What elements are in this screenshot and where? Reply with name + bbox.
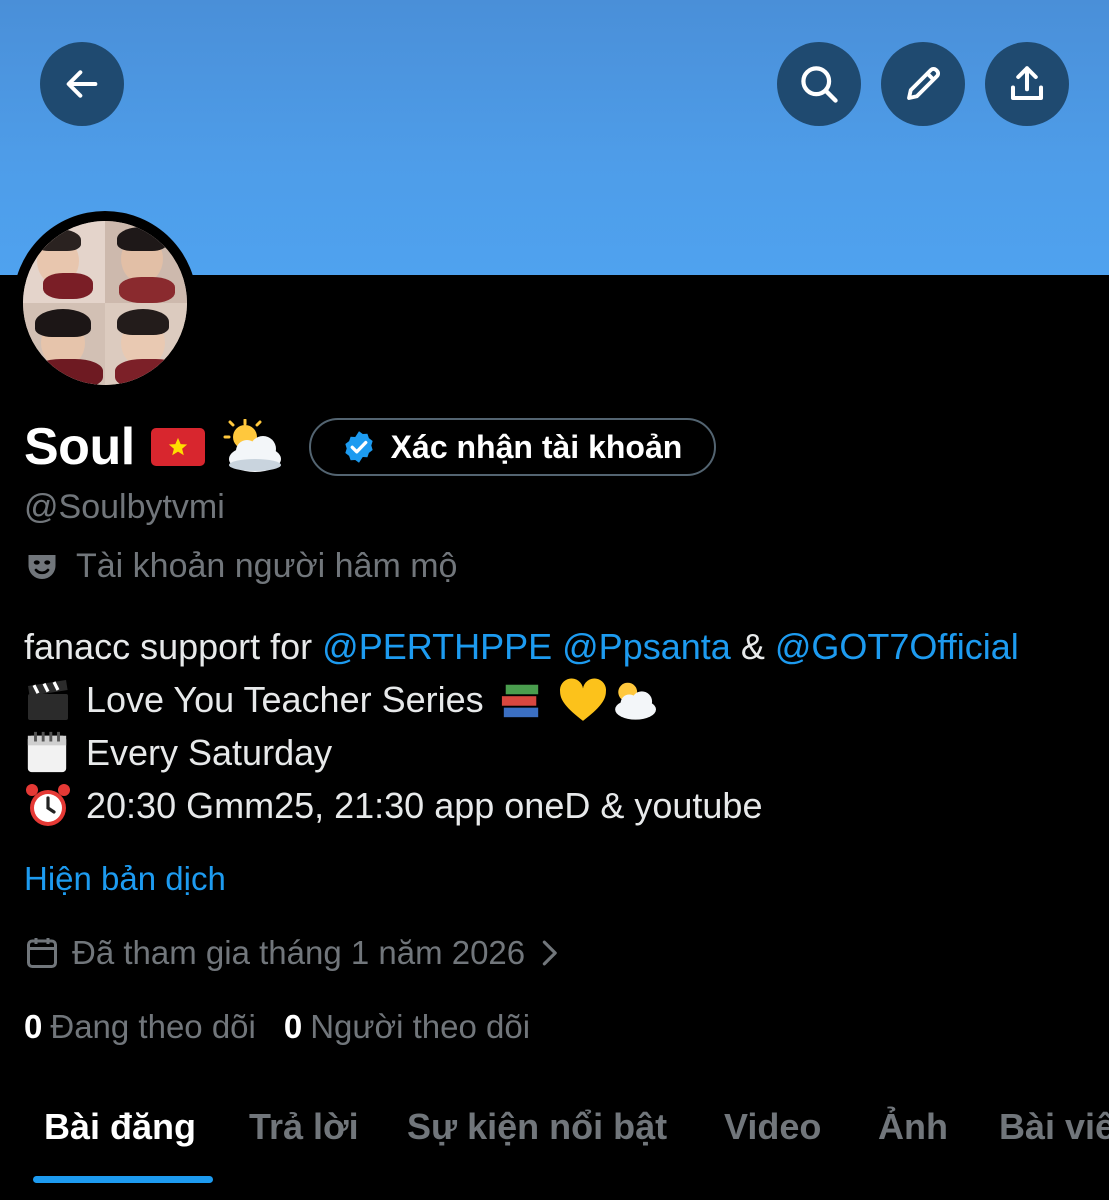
- bio-line3-text: Every Saturday: [86, 732, 333, 773]
- sun-behind-cloud-icon: [221, 418, 285, 475]
- verified-badge-icon: [345, 431, 373, 463]
- verify-account-button[interactable]: Xác nhận tài khoản: [308, 418, 717, 476]
- tab-posts[interactable]: Bài đăng: [44, 1106, 196, 1148]
- show-translation-link[interactable]: Hiện bản dịch: [24, 860, 226, 898]
- following-link[interactable]: 0 Đang theo dõi: [24, 1008, 256, 1046]
- bio-line1-text: fanacc support for: [24, 626, 323, 667]
- share-button[interactable]: [985, 42, 1069, 126]
- tab-articles[interactable]: Bài viết: [999, 1106, 1109, 1148]
- yellow-heart-icon: [559, 678, 606, 721]
- profile-tabs: Bài đăng Trả lời Sự kiện nổi bật Video Ả…: [0, 1090, 1109, 1200]
- calendar-outline-icon: [27, 938, 57, 968]
- bio-line-2: Love You Teacher Series: [24, 673, 1019, 726]
- following-label: Đang theo dõi: [50, 1008, 256, 1045]
- tab-photos[interactable]: Ảnh: [878, 1106, 948, 1148]
- followers-count: 0: [283, 1008, 303, 1045]
- pencil-icon: [907, 67, 940, 100]
- bio-line4-text: 20:30 Gmm25, 21:30 app oneD & youtube: [86, 785, 763, 826]
- fan-account-label-row: Tài khoản người hâm mộ: [24, 547, 457, 586]
- sun-behind-cloud-icon: [614, 682, 656, 720]
- bio-line-1: fanacc support for @PERTHPPE @Ppsanta & …: [24, 620, 1019, 673]
- mention-link[interactable]: @PERTHPPE: [322, 620, 552, 673]
- followers-link[interactable]: 0 Người theo dõi: [284, 1008, 530, 1046]
- tab-videos[interactable]: Video: [724, 1106, 821, 1148]
- fan-account-label: Tài khoản người hâm mộ: [76, 547, 458, 585]
- avatar[interactable]: [23, 221, 187, 385]
- bio-line-3: Every Saturday: [24, 726, 1019, 779]
- back-button[interactable]: [40, 42, 124, 126]
- search-button[interactable]: [777, 42, 861, 126]
- bio-ampersand: &: [740, 626, 765, 667]
- avatar-ring[interactable]: [13, 211, 197, 395]
- vietnam-flag-icon: [150, 428, 205, 466]
- active-tab-indicator: [33, 1176, 213, 1183]
- theater-mask-icon: [28, 554, 56, 579]
- display-name: Soul: [24, 418, 135, 476]
- bio-line-4: 20:30 Gmm25, 21:30 app oneD & youtube: [24, 779, 1019, 832]
- calendar-icon: [27, 731, 67, 772]
- bio-line2-text: Love You Teacher Series: [86, 679, 484, 720]
- verify-account-label: Xác nhận tài khoản: [390, 428, 683, 465]
- tab-replies[interactable]: Trả lời: [249, 1106, 359, 1148]
- clapper-board-icon: [28, 679, 68, 720]
- arrow-left-icon: [66, 70, 98, 98]
- search-icon: [801, 66, 838, 103]
- tab-highlights[interactable]: Sự kiện nổi bật: [407, 1106, 667, 1148]
- profile-name-row: Soul Xác nhận tài khoản: [24, 414, 717, 480]
- joined-date: Đã tham gia tháng 1 năm 2026: [72, 934, 526, 971]
- profile-bio: fanacc support for @PERTHPPE @Ppsanta & …: [24, 620, 1019, 832]
- chevron-right-icon: [542, 940, 557, 966]
- share-upload-icon: [1010, 66, 1044, 101]
- following-count: 0: [24, 1008, 43, 1045]
- joined-date-row[interactable]: Đã tham gia tháng 1 năm 2026: [24, 934, 559, 972]
- edit-button[interactable]: [881, 42, 965, 126]
- books-icon: [501, 684, 538, 717]
- followers-label: Người theo dõi: [310, 1008, 531, 1045]
- mention-link[interactable]: @GOT7Official: [775, 620, 1019, 673]
- alarm-clock-icon: [26, 783, 70, 826]
- mention-link[interactable]: @Ppsanta: [562, 620, 731, 673]
- follow-stats-row: 0 Đang theo dõi 0 Người theo dõi: [24, 1008, 530, 1046]
- profile-handle: @Soulbytvmi: [24, 488, 225, 526]
